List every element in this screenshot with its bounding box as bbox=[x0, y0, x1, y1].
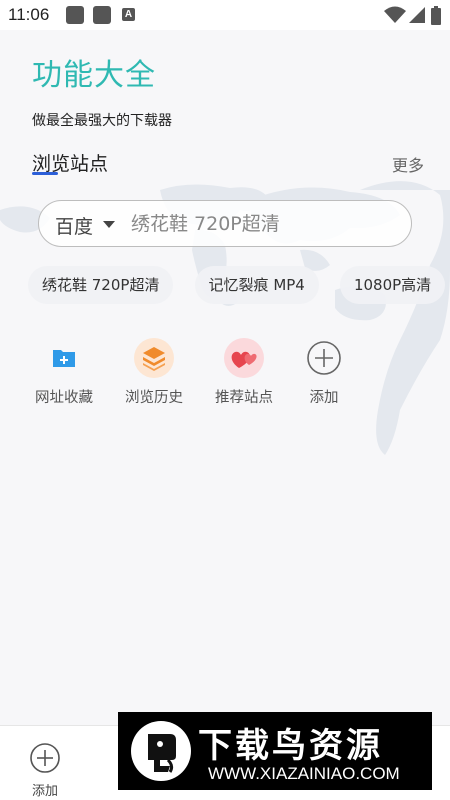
function-item-bookmarks[interactable]: 网址收藏 bbox=[29, 338, 99, 407]
search-engine-selector[interactable]: 百度 bbox=[55, 212, 93, 239]
bird-logo-icon bbox=[131, 721, 191, 781]
search-box[interactable]: 百度 bbox=[38, 200, 412, 247]
caret-down-icon[interactable] bbox=[103, 221, 115, 228]
search-input[interactable] bbox=[131, 209, 401, 239]
page-title: 功能大全 bbox=[32, 58, 156, 93]
wifi-icon bbox=[384, 6, 406, 23]
recommend-hearts-icon bbox=[224, 338, 264, 378]
status-bar: 11:06 A bbox=[0, 0, 450, 30]
function-item-recommend[interactable]: 推荐站点 bbox=[209, 338, 279, 407]
suggestion-chip[interactable]: 1080P高清 bbox=[339, 266, 446, 304]
function-item-history[interactable]: 浏览历史 bbox=[119, 338, 189, 407]
add-circle-icon bbox=[30, 743, 60, 773]
notification-square-icon bbox=[66, 6, 84, 24]
more-link[interactable]: 更多 bbox=[392, 152, 424, 176]
watermark-banner: 下载鸟资源 WWW.XIAZAINIAO.COM bbox=[118, 712, 432, 790]
watermark-text: 下载鸟资源 bbox=[198, 726, 383, 766]
function-label: 添加 bbox=[309, 390, 339, 406]
function-label: 浏览历史 bbox=[125, 390, 183, 406]
function-label: 网址收藏 bbox=[35, 390, 93, 406]
bookmark-folder-icon bbox=[44, 338, 84, 378]
notification-square-icon bbox=[93, 6, 111, 24]
battery-icon bbox=[431, 6, 441, 25]
suggestion-chips: 绣花鞋 720P超清 记忆裂痕 MP4 1080P高清 bbox=[28, 266, 450, 306]
nav-label: 添加 bbox=[31, 784, 58, 799]
section-underline bbox=[32, 172, 58, 175]
page-subtitle: 做最全最强大的下载器 bbox=[32, 113, 172, 129]
signal-icon bbox=[409, 7, 425, 23]
add-circle-icon bbox=[304, 338, 344, 378]
suggestion-chip[interactable]: 绣花鞋 720P超清 bbox=[28, 266, 174, 304]
history-layers-icon bbox=[134, 338, 174, 378]
watermark-url: WWW.XIAZAINIAO.COM bbox=[208, 764, 400, 783]
status-time: 11:06 bbox=[8, 5, 50, 24]
text-a-icon: A bbox=[122, 8, 135, 21]
function-label: 推荐站点 bbox=[215, 390, 273, 406]
function-item-add[interactable]: 添加 bbox=[289, 338, 359, 407]
suggestion-chip[interactable]: 记忆裂痕 MP4 bbox=[194, 266, 319, 304]
